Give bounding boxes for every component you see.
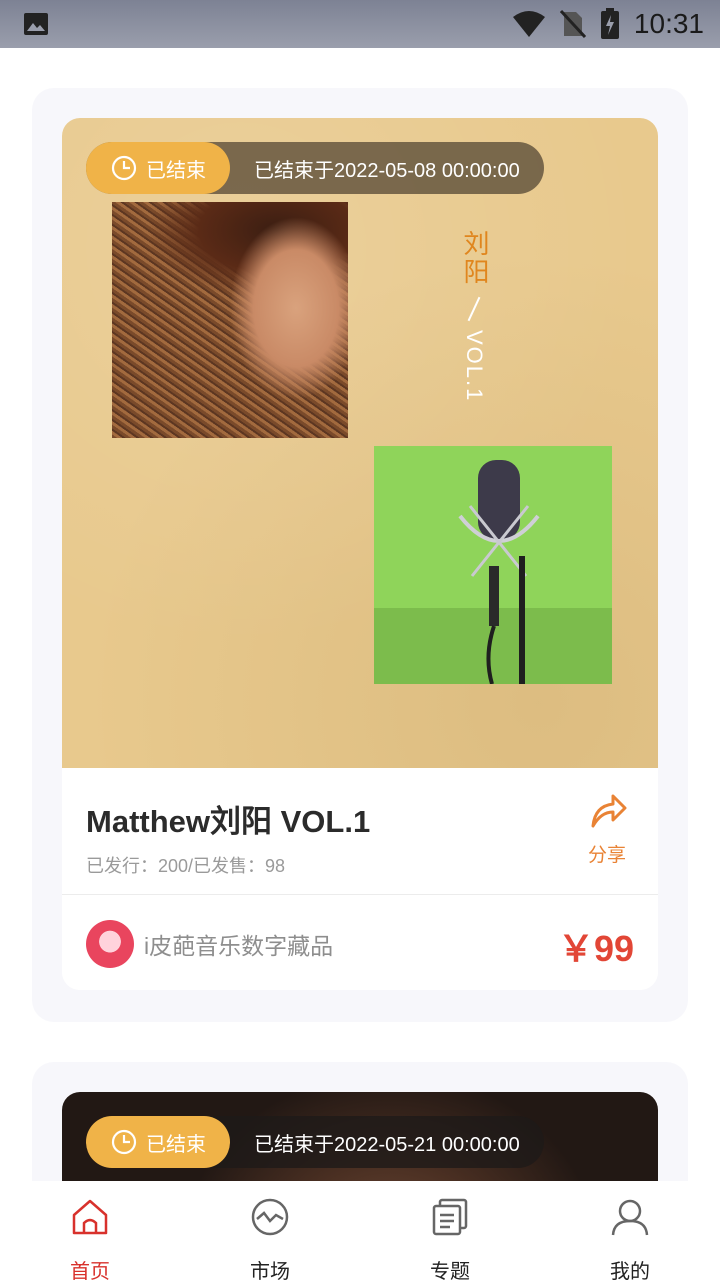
price: ￥99 [557, 928, 634, 969]
market-icon [251, 1198, 289, 1236]
image-notification-icon [24, 13, 48, 35]
collectible-card-inner[interactable]: 刘阳 VOL.1 已结束 已结束于2022-05-08 00:00:00 Mat… [62, 118, 658, 990]
status-bar: 10:31 [0, 0, 720, 48]
clock-time: 10:31 [633, 8, 704, 39]
tab-home-label: 首页 [70, 1261, 110, 1280]
portrait-photo [112, 202, 348, 438]
status-badge-label: 已结束 [146, 1133, 206, 1156]
wifi-icon [512, 11, 545, 37]
collectible-card[interactable]: 刘阳 VOL.1 已结束 已结束于2022-05-08 00:00:00 Mat… [32, 88, 688, 1022]
end-time-text: 已结束于2022-05-21 00:00:00 [254, 1133, 520, 1156]
share-button[interactable]: 分享 [582, 790, 632, 867]
publisher-name: i皮葩音乐数字藏品 [144, 933, 334, 959]
battery-icon [600, 8, 619, 39]
issued-sold-count: 已发行：200/已发售：98 [86, 856, 286, 876]
no-sim-icon [559, 9, 586, 39]
card-info: Matthew刘阳 VOL.1 已发行：200/已发售：98 分享 i皮葩音乐数… [62, 768, 658, 990]
microphone-icon [458, 460, 540, 684]
tab-market[interactable]: 市场 [180, 1181, 360, 1280]
share-label: 分享 [587, 845, 626, 866]
cover-title-name: 刘阳 [459, 230, 489, 286]
tab-profile-label: 我的 [610, 1261, 650, 1280]
tab-market-label: 市场 [250, 1261, 290, 1280]
tab-profile[interactable]: 我的 [540, 1181, 720, 1280]
clock-icon [111, 1129, 137, 1155]
tab-topics[interactable]: 专题 [360, 1181, 540, 1280]
publisher-avatar [86, 920, 134, 968]
sale-status-pill: 已结束 已结束于2022-05-08 00:00:00 [86, 142, 544, 194]
status-badge: 已结束 [86, 142, 230, 194]
share-icon [591, 794, 627, 828]
profile-icon [611, 1199, 649, 1236]
cover-title-vol: VOL.1 [462, 330, 487, 403]
cover-image[interactable]: 刘阳 VOL.1 已结束 已结束于2022-05-08 00:00:00 [62, 118, 658, 768]
cover-title-vertical: 刘阳 VOL.1 [458, 230, 490, 402]
sale-status-pill: 已结束 已结束于2022-05-21 00:00:00 [86, 1116, 544, 1168]
status-badge: 已结束 [86, 1116, 230, 1168]
divider [62, 894, 658, 895]
microphone-photo [374, 446, 612, 684]
bottom-tab-bar: 首页 市场 专题 我的 [0, 1181, 720, 1280]
card-title: Matthew刘阳 VOL.1 [86, 804, 371, 839]
home-icon [72, 1199, 108, 1235]
status-badge-label: 已结束 [146, 159, 206, 182]
tab-topics-label: 专题 [430, 1261, 470, 1280]
cover-title-slash [467, 296, 481, 322]
publisher[interactable]: i皮葩音乐数字藏品 [86, 920, 333, 968]
tab-home[interactable]: 首页 [0, 1181, 180, 1280]
topics-icon [432, 1198, 468, 1236]
end-time-text: 已结束于2022-05-08 00:00:00 [254, 159, 520, 182]
clock-icon [111, 155, 137, 181]
